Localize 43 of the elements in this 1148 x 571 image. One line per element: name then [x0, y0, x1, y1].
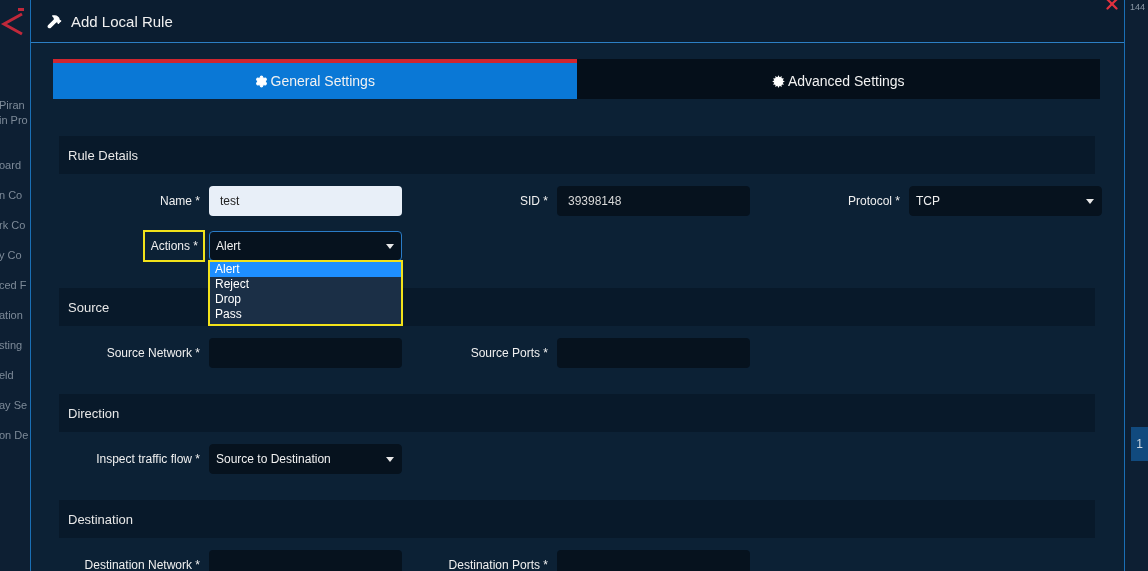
sidebar-item[interactable]: ay Se	[0, 390, 30, 420]
page-number[interactable]: 1	[1131, 427, 1148, 461]
close-button[interactable]	[1103, 0, 1121, 13]
hammer-icon	[47, 13, 62, 29]
select-field[interactable]: Source to Destination	[209, 444, 402, 474]
section-header: Direction	[59, 394, 1095, 432]
sidebar-item[interactable]: oard	[0, 150, 30, 180]
caret-icon	[386, 456, 394, 462]
logo-icon	[0, 8, 26, 38]
sidebar-item[interactable]: rk Co	[0, 210, 30, 240]
field-label: Protocol *	[847, 194, 900, 208]
field-label: Destination Ports *	[448, 558, 548, 571]
select-field[interactable]: Alert	[209, 231, 402, 261]
sidebar-item[interactable]: n Co	[0, 180, 30, 210]
sidebar-item[interactable]: sting	[0, 330, 30, 360]
tab[interactable]: General Settings	[53, 59, 577, 99]
sidebar-item[interactable]: on De	[0, 420, 30, 450]
dropdown-option[interactable]: Alert	[210, 262, 401, 277]
select-field[interactable]: TCP	[909, 186, 1102, 216]
caret-icon	[386, 243, 394, 249]
dropdown-option[interactable]: Pass	[210, 307, 401, 322]
input-field[interactable]: 39398148	[557, 186, 750, 216]
dialog-title: Add Local Rule	[71, 12, 173, 30]
sidebar-item[interactable]: in Pro	[0, 113, 30, 128]
input-field[interactable]: test	[209, 186, 402, 216]
sidebar-item[interactable]: eld	[0, 360, 30, 390]
field-label: Inspect traffic flow *	[96, 452, 200, 466]
tab[interactable]: Advanced Settings	[576, 59, 1100, 99]
field-label: Source Ports *	[470, 346, 548, 360]
field-label: Actions *	[142, 230, 205, 262]
field-label: SID *	[520, 194, 548, 208]
dropdown-option[interactable]: Drop	[210, 292, 401, 307]
counter-text: 144	[1129, 2, 1145, 12]
field-label: Destination Network *	[84, 558, 200, 571]
sidebar-item[interactable]: Piran	[0, 98, 30, 113]
sidebar-item[interactable]: ation	[0, 300, 30, 330]
section-header: Rule Details	[59, 136, 1095, 174]
section-header: Destination	[59, 500, 1095, 538]
sidebar-item[interactable]: ced F	[0, 270, 30, 300]
field-label: Source Network *	[106, 346, 200, 360]
field-label: Name *	[160, 194, 200, 208]
caret-icon	[1086, 198, 1094, 204]
gear-icon	[254, 74, 268, 88]
